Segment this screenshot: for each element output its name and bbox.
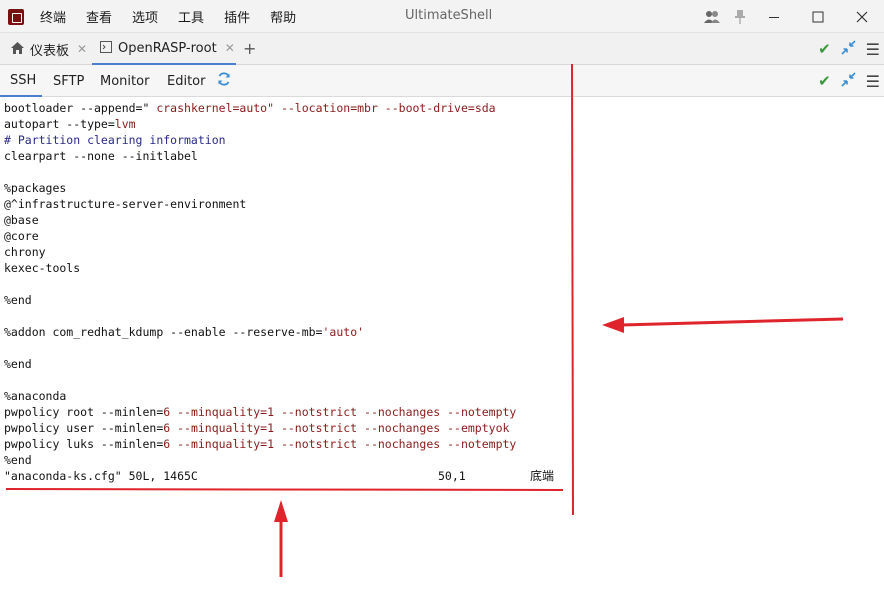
terminal-text: %anaconda bbox=[4, 389, 67, 403]
menu-tools[interactable]: 工具 bbox=[168, 7, 214, 26]
check-icon[interactable]: ✔ bbox=[818, 40, 831, 58]
app-logo-icon bbox=[8, 9, 24, 25]
terminal-line: # Partition clearing information bbox=[4, 132, 226, 148]
terminal-text: kexec-tools bbox=[4, 261, 81, 275]
terminal-line: clearpart --none --initlabel bbox=[4, 148, 198, 164]
terminal-line: %end bbox=[4, 452, 32, 468]
terminal-text: 6 --minquality=1 --notstrict --nochanges… bbox=[163, 437, 517, 451]
terminal-line: %packages bbox=[4, 180, 66, 196]
terminal-line: %end bbox=[4, 292, 32, 308]
window-title: UltimateShell bbox=[405, 8, 493, 23]
home-icon bbox=[11, 41, 24, 57]
tab-openrasp-root[interactable]: OpenRASP-root ✕ bbox=[92, 33, 236, 65]
terminal-line: %anaconda bbox=[4, 388, 66, 404]
vim-status-location: 底端 bbox=[530, 469, 555, 483]
terminal-text: lvm bbox=[114, 117, 136, 131]
terminal-line: kexec-tools bbox=[4, 260, 80, 276]
terminal-text: %end bbox=[4, 357, 32, 371]
subtab-actions: ✔ ☰ bbox=[818, 65, 880, 97]
terminal-text: 6 --minquality=1 --notstrict --nochanges… bbox=[163, 421, 510, 435]
terminal-line: @base bbox=[4, 212, 39, 228]
menu-bar: 终端 查看 选项 工具 插件 帮助 bbox=[30, 0, 306, 33]
menu-view[interactable]: 查看 bbox=[76, 7, 122, 26]
terminal-line: pwpolicy luks --minlen=6 --minquality=1 … bbox=[4, 436, 516, 452]
hamburger-menu-icon[interactable]: ☰ bbox=[866, 40, 880, 59]
terminal-text: %packages bbox=[4, 181, 67, 195]
hamburger-menu-icon[interactable]: ☰ bbox=[866, 72, 880, 91]
close-icon[interactable] bbox=[840, 0, 884, 33]
title-bar: 终端 查看 选项 工具 插件 帮助 UltimateShell bbox=[0, 0, 884, 33]
terminal-icon bbox=[100, 40, 112, 56]
refresh-icon[interactable] bbox=[217, 72, 231, 90]
terminal-line: bootloader --append=" crashkernel=auto" … bbox=[4, 100, 496, 116]
tab-dashboard[interactable]: 仪表板 ✕ bbox=[11, 33, 91, 65]
terminal-text: 'auto' bbox=[322, 325, 365, 339]
subtab-monitor[interactable]: Monitor bbox=[100, 65, 149, 97]
add-tab-icon[interactable]: + bbox=[243, 39, 256, 58]
close-tab-icon[interactable]: ✕ bbox=[225, 41, 235, 55]
terminal-text: bootloader --append=" bbox=[4, 101, 157, 115]
terminal-line: chrony bbox=[4, 244, 46, 260]
vim-status-file: "anaconda-ks.cfg" 50L, 1465C bbox=[4, 469, 198, 483]
menu-options[interactable]: 选项 bbox=[122, 7, 168, 26]
terminal-text: @base bbox=[4, 213, 39, 227]
terminal-text: autopart --type= bbox=[4, 117, 115, 131]
close-tab-icon[interactable]: ✕ bbox=[77, 42, 87, 56]
terminal-text: chrony bbox=[4, 245, 46, 259]
terminal-text: pwpolicy luks --minlen= bbox=[4, 437, 164, 451]
minimize-icon[interactable] bbox=[752, 0, 796, 33]
check-icon[interactable]: ✔ bbox=[818, 72, 831, 90]
terminal-text: %end bbox=[4, 293, 32, 307]
subtab-sftp[interactable]: SFTP bbox=[53, 65, 84, 97]
terminal-line: autopart --type=lvm bbox=[4, 116, 136, 132]
terminal-text: @core bbox=[4, 229, 39, 243]
terminal-line: %addon com_redhat_kdump --enable --reser… bbox=[4, 324, 364, 340]
subtab-editor[interactable]: Editor bbox=[167, 65, 205, 97]
terminal-text: # Partition clearing information bbox=[4, 133, 226, 147]
terminal-text: 6 --minquality=1 --notstrict --nochanges… bbox=[163, 405, 517, 419]
terminal-text: %end bbox=[4, 453, 32, 467]
menu-plugins[interactable]: 插件 bbox=[214, 7, 260, 26]
terminal-line: %end bbox=[4, 356, 32, 372]
terminal-line: @^infrastructure-server-environment bbox=[4, 196, 246, 212]
menu-help[interactable]: 帮助 bbox=[260, 7, 306, 26]
collapse-arrows-icon[interactable] bbox=[841, 39, 856, 59]
terminal-view[interactable]: "anaconda-ks.cfg" 50L, 1465C 50,1 底端 boo… bbox=[0, 98, 884, 592]
subtab-ssh[interactable]: SSH bbox=[0, 65, 42, 97]
terminal-text: %addon com_redhat_kdump --enable --reser… bbox=[4, 325, 323, 339]
menu-terminal[interactable]: 终端 bbox=[30, 7, 76, 26]
tab-label: OpenRASP-root bbox=[118, 40, 217, 56]
terminal-text: crashkernel=auto" --location=mbr --boot-… bbox=[156, 101, 496, 115]
terminal-text: pwpolicy user --minlen= bbox=[4, 421, 164, 435]
maximize-icon[interactable] bbox=[796, 0, 840, 33]
terminal-text: clearpart --none --initlabel bbox=[4, 149, 198, 163]
vim-status-position: 50,1 bbox=[438, 469, 466, 483]
terminal-text: pwpolicy root --minlen= bbox=[4, 405, 164, 419]
terminal-line: pwpolicy root --minlen=6 --minquality=1 … bbox=[4, 404, 516, 420]
tab-label: 仪表板 bbox=[30, 43, 70, 59]
terminal-line: pwpolicy user --minlen=6 --minquality=1 … bbox=[4, 420, 509, 436]
terminal-text: @^infrastructure-server-environment bbox=[4, 197, 247, 211]
session-tab-bar: 仪表板 ✕ OpenRASP-root ✕ + ✔ ☰ bbox=[0, 33, 884, 65]
session-subtab-bar: SSH SFTP Monitor Editor ✔ ☰ bbox=[0, 65, 884, 97]
terminal-line: @core bbox=[4, 228, 39, 244]
collapse-arrows-icon[interactable] bbox=[841, 71, 856, 91]
tabbar-actions: ✔ ☰ bbox=[818, 33, 880, 65]
